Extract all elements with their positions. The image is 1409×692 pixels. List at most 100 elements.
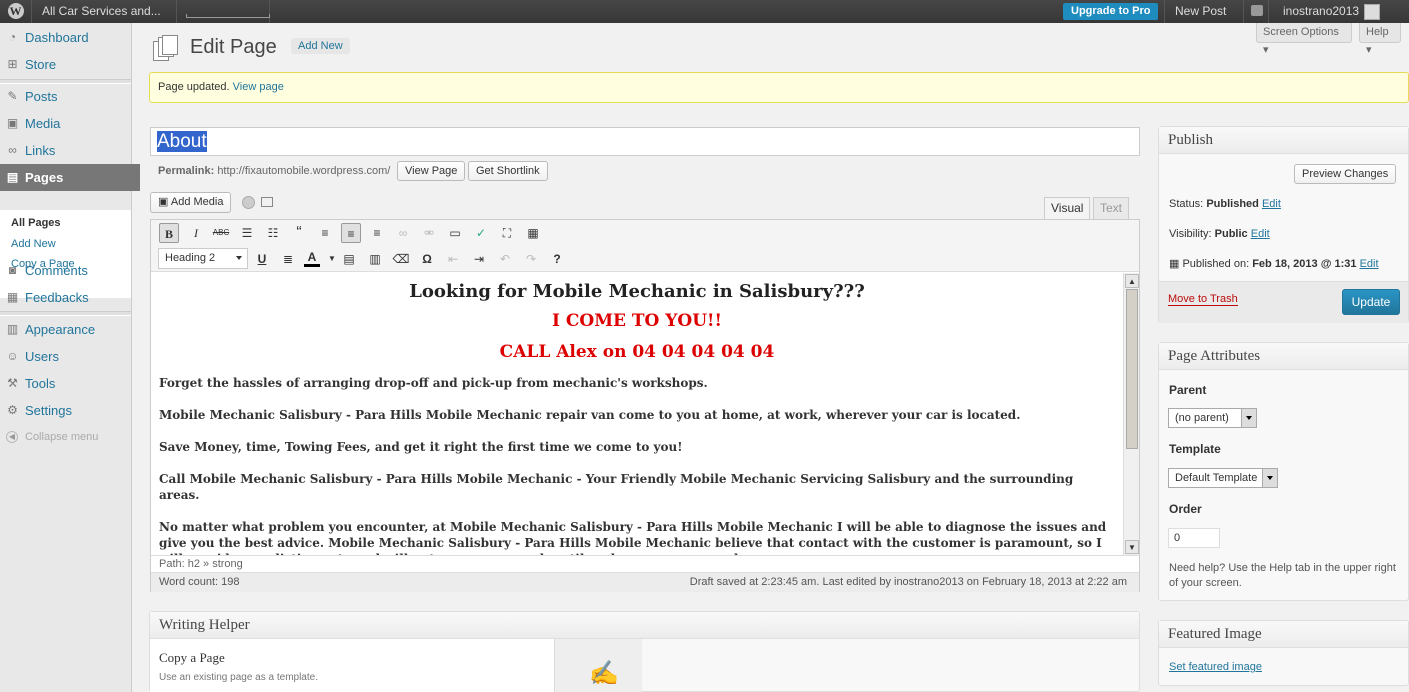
notifications-icon[interactable] — [1243, 0, 1269, 23]
paste-text-icon[interactable]: ▤ — [339, 249, 359, 269]
collapse-menu-button[interactable]: ◀ Collapse menu — [0, 431, 131, 443]
menu-item-dashboard[interactable]: ◔ Dashboard — [0, 24, 132, 51]
align-center-icon[interactable]: ≡ — [341, 223, 361, 243]
italic-icon[interactable]: I — [186, 223, 206, 243]
content-paragraph: Forget the hassles of arranging drop-off… — [159, 376, 708, 390]
poll-icon[interactable] — [242, 196, 255, 209]
scroll-down-icon[interactable]: ▼ — [1125, 540, 1139, 554]
kitchen-sink-icon[interactable]: ▦ — [523, 223, 543, 243]
word-count: Word count: 198 — [159, 576, 240, 588]
undo-icon[interactable]: ↶ — [495, 249, 515, 269]
content-paragraph: Save Money, time, Towing Fees, and get i… — [159, 440, 683, 454]
align-right-icon[interactable]: ≡ — [367, 223, 387, 243]
upgrade-button[interactable]: Upgrade to Pro — [1063, 3, 1159, 20]
request-feedback-option[interactable]: ✍ — [554, 639, 642, 692]
redo-icon[interactable]: ↷ — [521, 249, 541, 269]
preview-changes-button[interactable]: Preview Changes — [1294, 164, 1397, 184]
editor-content[interactable]: Looking for Mobile Mechanic in Salisbury… — [151, 273, 1123, 555]
wordpress-logo-icon[interactable]: W — [0, 0, 32, 23]
get-shortlink-button[interactable]: Get Shortlink — [468, 161, 548, 181]
add-new-button[interactable]: Add New — [291, 38, 350, 54]
menu-item-comments[interactable]: ◙ Comments — [0, 257, 132, 284]
content-paragraph: No matter what problem you encounter, at… — [159, 520, 1107, 555]
tab-text[interactable]: Text — [1093, 197, 1130, 220]
new-post-link[interactable]: New Post — [1164, 0, 1236, 23]
menu-item-feedbacks[interactable]: ▦ Feedbacks — [0, 284, 132, 311]
spellcheck-icon[interactable]: ✓ — [471, 223, 491, 243]
bullet-list-icon[interactable]: ☰ — [237, 223, 257, 243]
status-label: Status: — [1169, 198, 1204, 210]
updates-bar-icon[interactable] — [178, 0, 270, 23]
insert-link-icon[interactable]: ∞ — [393, 223, 413, 243]
scroll-up-icon[interactable]: ▲ — [1125, 274, 1139, 288]
scroll-thumb[interactable] — [1126, 289, 1138, 449]
move-to-trash-link[interactable]: Move to Trash — [1168, 293, 1238, 306]
set-featured-image-link[interactable]: Set featured image — [1169, 661, 1262, 673]
form-icon[interactable] — [261, 197, 273, 207]
submenu-all-pages[interactable]: All Pages — [11, 217, 61, 229]
bold-icon[interactable]: B — [159, 223, 179, 243]
format-select[interactable]: Heading 2 — [158, 248, 248, 269]
view-page-link[interactable]: View page — [233, 81, 284, 93]
appearance-icon: ▥ — [6, 322, 19, 336]
outdent-icon[interactable]: ⇤ — [443, 249, 463, 269]
notice-text: Page updated. — [158, 81, 230, 93]
view-page-button[interactable]: View Page — [397, 161, 466, 181]
parent-select[interactable]: (no parent) — [1168, 408, 1257, 428]
align-left-icon[interactable]: ≡ — [315, 223, 335, 243]
writing-helper-box: Writing Helper Copy a Page Use an existi… — [149, 611, 1140, 692]
template-select[interactable]: Default Template — [1168, 468, 1278, 488]
tab-visual[interactable]: Visual — [1044, 197, 1091, 220]
content-editor: B I ABC ☰ ☷ “ ≡ ≡ ≡ ∞ ⚮ ▭ ✓ ⛶ ▦ Heading … — [150, 219, 1140, 592]
edit-date-link[interactable]: Edit — [1360, 258, 1379, 270]
add-media-button[interactable]: ▣ Add Media — [150, 192, 232, 213]
update-button[interactable]: Update — [1342, 289, 1400, 315]
strikethrough-icon[interactable]: ABC — [211, 223, 231, 243]
menu-item-links[interactable]: ∞ Links — [0, 137, 132, 164]
collapse-label: Collapse menu — [25, 431, 99, 443]
content-paragraph: Mobile Mechanic Salisbury - Para Hills M… — [159, 408, 1021, 422]
order-input[interactable]: 0 — [1168, 528, 1220, 548]
help-button[interactable]: Help ▾ — [1359, 23, 1401, 56]
fullscreen-icon[interactable]: ⛶ — [497, 223, 517, 243]
justify-icon[interactable]: ≣ — [278, 249, 298, 269]
menu-item-settings[interactable]: ⚙ Settings — [0, 397, 132, 424]
edit-visibility-link[interactable]: Edit — [1251, 228, 1270, 240]
editor-path: Path: h2 » strong — [151, 555, 1139, 572]
text-color-icon[interactable]: A — [304, 249, 320, 267]
writing-helper-title[interactable]: Writing Helper — [150, 612, 1139, 639]
menu-item-media[interactable]: ▣ Media — [0, 110, 132, 137]
featured-image-title[interactable]: Featured Image — [1159, 621, 1408, 648]
menu-item-store[interactable]: ⊞ Store — [0, 51, 132, 78]
indent-icon[interactable]: ⇥ — [469, 249, 489, 269]
menu-item-posts[interactable]: ✎ Posts — [0, 83, 132, 110]
read-more-icon[interactable]: ▭ — [445, 223, 465, 243]
user-account-menu[interactable]: inostrano2013 — [1275, 0, 1388, 23]
site-name-link[interactable]: All Car Services and... — [32, 0, 177, 23]
paste-word-icon[interactable]: ▥ — [365, 249, 385, 269]
special-character-icon[interactable]: Ω — [417, 249, 437, 269]
menu-item-appearance[interactable]: ▥ Appearance — [0, 316, 132, 343]
menu-item-users[interactable]: ☺ Users — [0, 343, 132, 370]
publish-title[interactable]: Publish — [1159, 127, 1408, 154]
underline-icon[interactable]: U — [252, 249, 272, 269]
copy-page-option[interactable]: Copy a Page Use an existing page as a te… — [150, 639, 554, 692]
menu-item-pages[interactable]: ▤ Pages — [0, 164, 140, 191]
users-icon: ☺ — [6, 349, 19, 363]
help-icon[interactable]: ? — [547, 249, 567, 269]
edit-status-link[interactable]: Edit — [1262, 198, 1281, 210]
screen-options-button[interactable]: Screen Options ▾ — [1256, 23, 1352, 56]
title-input[interactable]: About — [150, 127, 1140, 156]
tools-icon: ⚒ — [7, 376, 18, 390]
menu-label: Comments — [25, 263, 88, 278]
editor-scrollbar[interactable]: ▲ ▼ — [1123, 273, 1139, 555]
blockquote-icon[interactable]: “ — [289, 223, 309, 243]
menu-item-tools[interactable]: ⚒ Tools — [0, 370, 132, 397]
clear-formatting-icon[interactable]: ⌫ — [391, 249, 411, 269]
submenu-add-new[interactable]: Add New — [11, 238, 56, 250]
numbered-list-icon[interactable]: ☷ — [263, 223, 283, 243]
format-value: Heading 2 — [165, 252, 216, 264]
page-attributes-title[interactable]: Page Attributes — [1159, 343, 1408, 370]
unlink-icon[interactable]: ⚮ — [419, 223, 439, 243]
permalink-label: Permalink: — [158, 165, 215, 177]
